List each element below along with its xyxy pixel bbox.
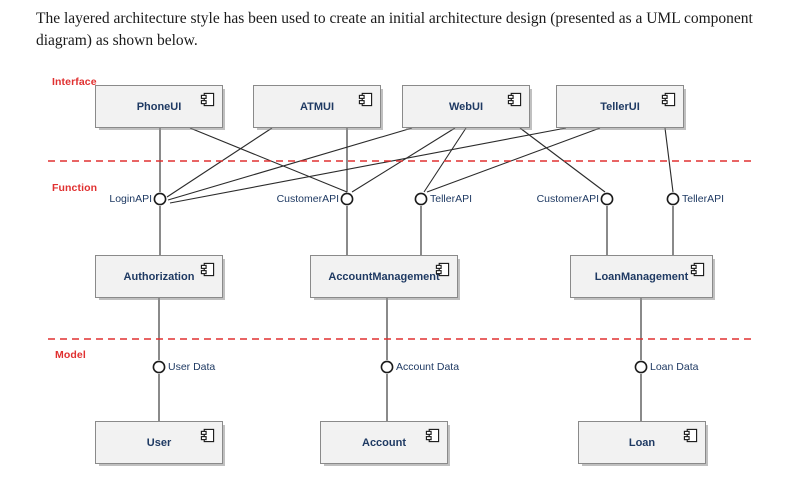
connector-tellerui-to-loginapi <box>169 127 567 204</box>
component-icon <box>690 262 705 277</box>
interface-ball-loandata[interactable] <box>634 360 648 374</box>
component-accountmanagement[interactable]: AccountManagement <box>310 255 458 298</box>
interface-label-accountdata: Account Data <box>396 361 460 373</box>
interface-ball-tellerapi-mid[interactable] <box>414 192 428 206</box>
interface-ball-accountdata[interactable] <box>380 360 394 374</box>
layer-label-interface: Interface <box>52 76 97 88</box>
interface-ball-customerapi-rgt[interactable] <box>600 192 614 206</box>
component-atmui[interactable]: ATMUI <box>253 85 381 128</box>
component-account[interactable]: Account <box>320 421 448 464</box>
component-authorization[interactable]: Authorization <box>95 255 223 298</box>
layer-divider-layer <box>48 160 755 340</box>
component-loan[interactable]: Loan <box>578 421 706 464</box>
interface-ball-userdata[interactable] <box>152 360 166 374</box>
component-icon <box>200 92 215 107</box>
connector-webui-to-customerapi-rgt <box>519 127 606 193</box>
interface-ball-customerapi-mid[interactable] <box>340 192 354 206</box>
component-icon <box>200 428 215 443</box>
interface-label-loandata: Loan Data <box>650 361 699 373</box>
layer-label-model: Model <box>55 349 86 361</box>
connector-webui-to-customerapi-mid <box>351 127 456 193</box>
component-tellerui[interactable]: TellerUI <box>556 85 684 128</box>
connector-tellerui-to-tellerapi-rgt <box>664 127 674 193</box>
interface-label-userdata: User Data <box>168 361 216 373</box>
component-icon <box>358 92 373 107</box>
layer-label-function: Function <box>52 182 98 194</box>
component-icon <box>507 92 522 107</box>
interface-ball-loginapi[interactable] <box>153 192 167 206</box>
component-icon <box>435 262 450 277</box>
interface-label-tellerapi-rgt: TellerAPI <box>682 193 725 205</box>
interface-label-tellerapi-mid: TellerAPI <box>430 193 473 205</box>
component-user[interactable]: User <box>95 421 223 464</box>
component-icon <box>683 428 698 443</box>
connector-webui-to-tellerapi-mid <box>423 127 467 193</box>
component-icon <box>661 92 676 107</box>
component-webui[interactable]: WebUI <box>402 85 530 128</box>
connector-phoneui-to-customerapi-mid <box>189 127 348 193</box>
component-icon <box>200 262 215 277</box>
interface-label-loginapi: LoginAPI <box>109 193 152 205</box>
component-phoneui[interactable]: PhoneUI <box>95 85 223 128</box>
interface-ball-tellerapi-rgt[interactable] <box>666 192 680 206</box>
interface-label-customerapi-mid: CustomerAPI <box>276 193 339 205</box>
component-icon <box>425 428 440 443</box>
interface-label-customerapi-rgt: CustomerAPI <box>536 193 599 205</box>
component-loanmanagement[interactable]: LoanManagement <box>570 255 713 298</box>
